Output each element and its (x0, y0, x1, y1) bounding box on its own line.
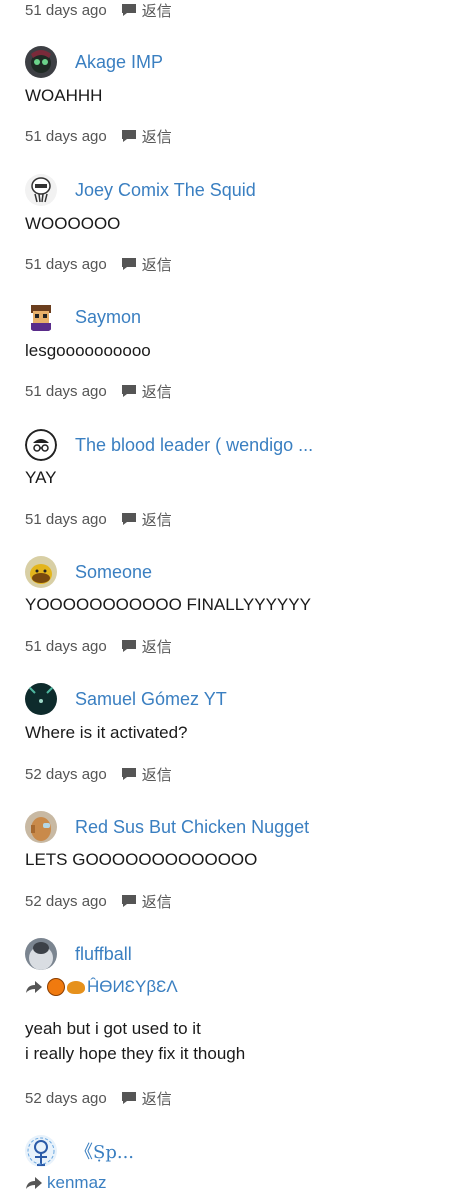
speech-bubble-icon (121, 640, 136, 652)
reply-label: 返信 (141, 511, 172, 529)
reply-button[interactable]: 返信 (121, 636, 172, 657)
reply-button[interactable]: 返信 (121, 126, 172, 147)
username-link[interactable]: Saymon (75, 307, 141, 328)
comment-author-row: Akage IMP (25, 45, 163, 79)
reply-label: 返信 (141, 1090, 172, 1108)
comment-meta: 51 days ago 返信 (25, 381, 172, 401)
reply-button[interactable]: 返信 (121, 764, 172, 785)
comment-timestamp: 51 days ago (25, 127, 107, 145)
comment-text: WOAHHH (25, 86, 103, 105)
comment-text: lesgoooooooooo (25, 341, 151, 360)
reply-label: 返信 (141, 2, 172, 20)
comment-feed: 51 days ago 返信 Akage IMP WOAHHH 51 days … (0, 0, 465, 1200)
comment-meta: 51 days ago 返信 (25, 509, 172, 529)
comment-meta: 52 days ago 返信 (25, 1088, 172, 1108)
avatar[interactable] (25, 1135, 57, 1167)
comment-author-row: fluffball (25, 937, 132, 971)
reply-button[interactable]: 返信 (121, 1088, 172, 1109)
comment-text: Where is it activated? (25, 723, 188, 742)
speech-bubble-icon (121, 258, 136, 270)
username-link[interactable]: Akage IMP (75, 52, 163, 73)
comment-meta: 52 days ago 返信 (25, 891, 172, 911)
reply-arrow-icon (26, 981, 42, 993)
speech-bubble-icon (121, 130, 136, 142)
username-link[interactable]: The blood leader ( wendigo ... (75, 435, 313, 456)
comment-author-row: The blood leader ( wendigo ... (25, 428, 313, 462)
avatar[interactable] (25, 174, 57, 206)
reply-to-name: ĤƟИƐYβƐΛ (87, 977, 178, 996)
reply-button[interactable]: 返信 (121, 381, 172, 402)
username-link[interactable]: Someone (75, 562, 152, 583)
reply-arrow-icon (26, 1177, 42, 1189)
comment-text: yeah but i got used to it i really hope … (25, 1016, 245, 1066)
reply-to-name: kenmaz (47, 1173, 107, 1192)
reply-button[interactable]: 返信 (121, 891, 172, 912)
pumpkin-icon (47, 978, 65, 996)
comment-meta: 52 days ago 返信 (25, 764, 172, 784)
reply-label: 返信 (141, 128, 172, 146)
comment-author-row: Joey Comix The Squid (25, 173, 256, 207)
comment-text: LETS GOOOOOOOOOOOOO (25, 850, 258, 869)
comment-author-row: Samuel Gómez YT (25, 682, 227, 716)
comment-meta: 51 days ago 返信 (25, 254, 172, 274)
reply-label: 返信 (141, 893, 172, 911)
comment-author-row: 《Ṣp... (25, 1134, 134, 1168)
comment-timestamp: 52 days ago (25, 765, 107, 783)
username-link[interactable]: fluffball (75, 944, 132, 965)
comment-timestamp: 51 days ago (25, 637, 107, 655)
bread-icon (67, 980, 85, 994)
comment-timestamp: 52 days ago (25, 892, 107, 910)
comment-meta: 51 days ago 返信 (25, 636, 172, 656)
comment-line: yeah but i got used to it (25, 1019, 201, 1038)
reply-button[interactable]: 返信 (121, 254, 172, 275)
comment-author-row: Red Sus But Chicken Nugget (25, 810, 309, 844)
comment-meta: 51 days ago 返信 (25, 0, 172, 20)
comment-text: WOOOOOO (25, 214, 121, 233)
avatar[interactable] (25, 811, 57, 843)
comment-author-row: Someone (25, 555, 152, 589)
comment-timestamp: 52 days ago (25, 1089, 107, 1107)
reply-button[interactable]: 返信 (121, 509, 172, 530)
reply-label: 返信 (141, 638, 172, 656)
comment-timestamp: 51 days ago (25, 382, 107, 400)
avatar[interactable] (25, 556, 57, 588)
comment-timestamp: 51 days ago (25, 1, 107, 19)
speech-bubble-icon (121, 513, 136, 525)
avatar[interactable] (25, 429, 57, 461)
username-link[interactable]: Samuel Gómez YT (75, 689, 227, 710)
comment-meta: 51 days ago 返信 (25, 126, 172, 146)
reply-to-mention[interactable]: ĤƟИƐYβƐΛ (25, 976, 178, 998)
username-link[interactable]: 《Ṣp... (75, 1138, 134, 1164)
avatar[interactable] (25, 46, 57, 78)
comment-text: YOOOOOOOOOOO FINALLYYYYYY (25, 595, 311, 614)
reply-label: 返信 (141, 766, 172, 784)
speech-bubble-icon (121, 895, 136, 907)
comment-line: i really hope they fix it though (25, 1044, 246, 1063)
comment-text: YAY (25, 468, 57, 487)
reply-label: 返信 (141, 383, 172, 401)
speech-bubble-icon (121, 385, 136, 397)
avatar[interactable] (25, 683, 57, 715)
username-link[interactable]: Joey Comix The Squid (75, 180, 256, 201)
username-link[interactable]: Red Sus But Chicken Nugget (75, 817, 309, 838)
comment-timestamp: 51 days ago (25, 510, 107, 528)
comment-timestamp: 51 days ago (25, 255, 107, 273)
speech-bubble-icon (121, 4, 136, 16)
reply-button[interactable]: 返信 (121, 0, 172, 21)
avatar[interactable] (25, 938, 57, 970)
reply-label: 返信 (141, 256, 172, 274)
reply-to-mention[interactable]: kenmaz (25, 1172, 107, 1194)
avatar[interactable] (25, 301, 57, 333)
speech-bubble-icon (121, 768, 136, 780)
speech-bubble-icon (121, 1092, 136, 1104)
comment-author-row: Saymon (25, 300, 141, 334)
